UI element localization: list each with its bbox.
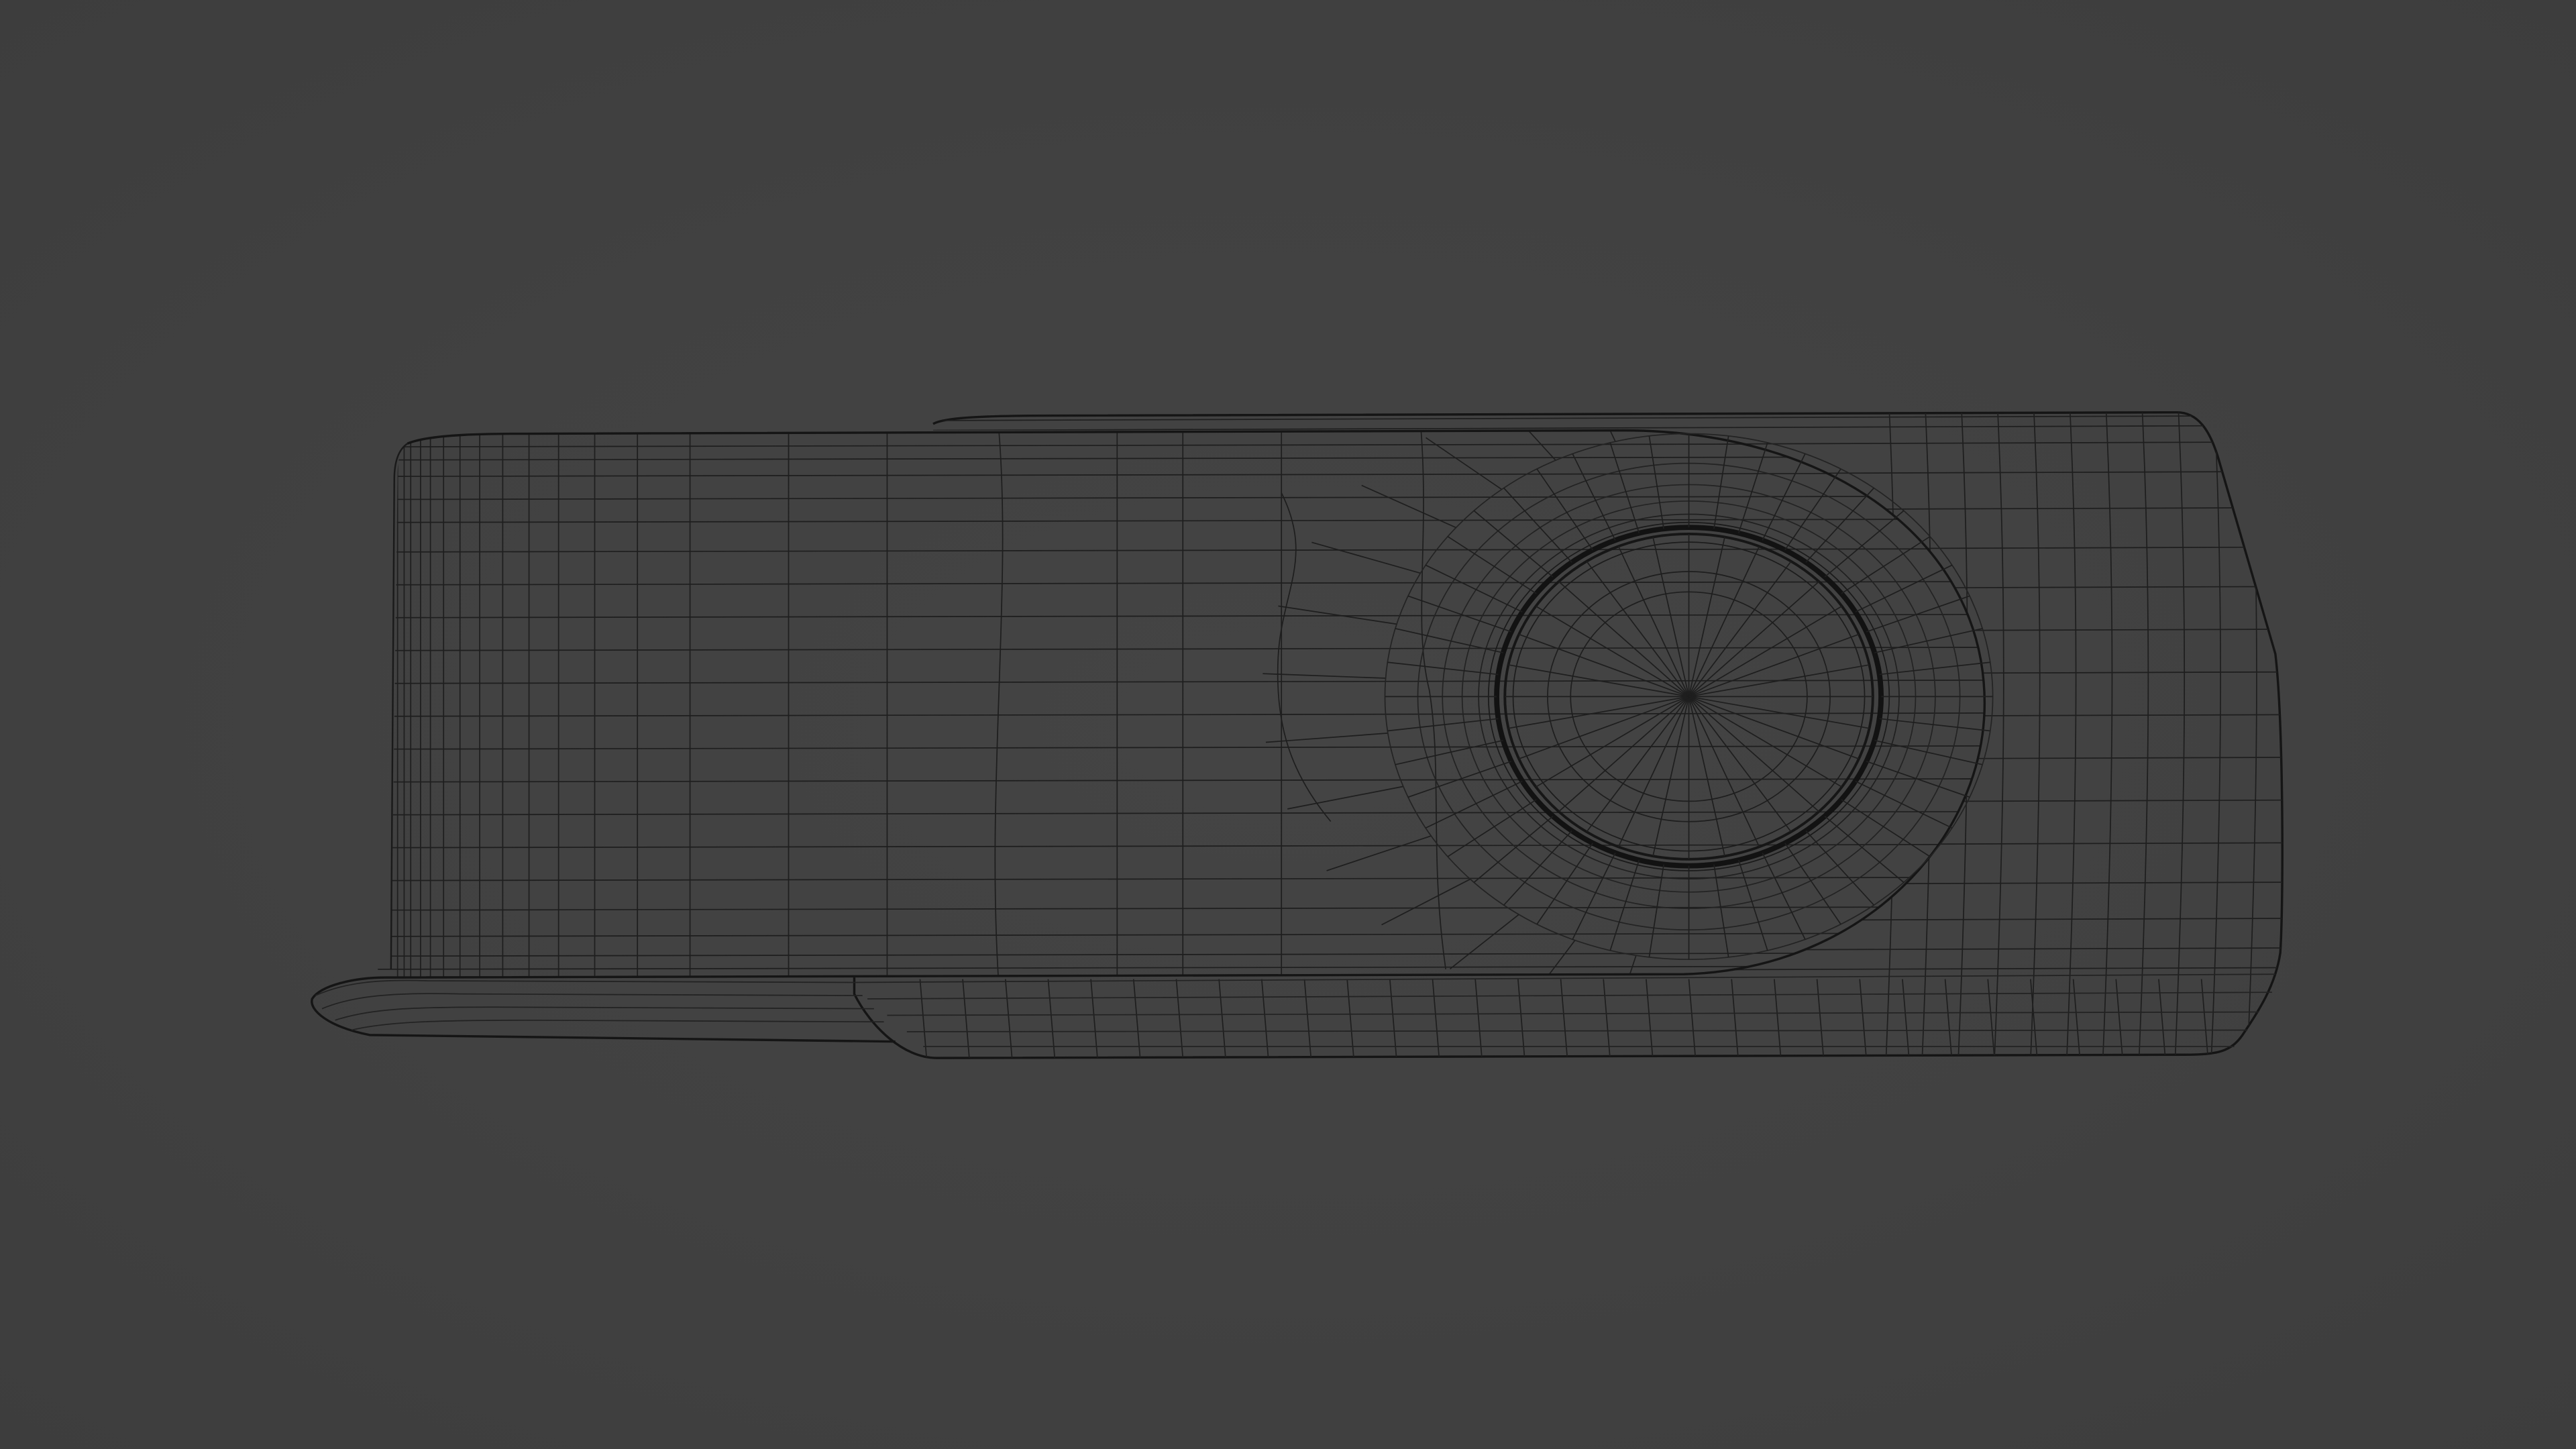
cover-mesh-row [378, 472, 1985, 478]
cover-mesh-row [378, 810, 1985, 816]
ring-mesh-spoke [1841, 536, 1931, 594]
disc-mesh-spoke [1617, 546, 1690, 697]
ring-mesh-spoke [1395, 628, 1503, 653]
disc-mesh-spoke [1558, 581, 1690, 698]
ring-mesh-spoke [1841, 799, 1931, 857]
cover-mesh-radial [1361, 484, 1456, 529]
body-mesh-row [920, 757, 2283, 763]
cover-mesh-row [378, 647, 1985, 651]
body-mesh-row [920, 881, 2283, 888]
ring-mesh-spoke [1824, 510, 1904, 578]
disc-mesh-spoke [1688, 696, 1760, 847]
body-mesh-row [920, 506, 2283, 513]
body-mesh-row [920, 714, 2283, 720]
ring-mesh-spoke [1713, 435, 1729, 529]
disc-mesh-spoke [1688, 633, 1860, 698]
cover-mesh-radial [1426, 437, 1503, 490]
drive-body [853, 411, 2284, 1059]
disc-mesh-spoke [1518, 696, 1689, 759]
cover-mesh-transition [1277, 492, 1332, 822]
cover-mesh-col [994, 430, 1004, 986]
disc-mesh-spoke [1688, 696, 1860, 759]
body-mesh-row [920, 967, 2283, 973]
cover-mesh-radial [1614, 955, 1637, 1011]
disc-mesh-spoke [1518, 633, 1689, 698]
cover-mesh-row [378, 495, 1985, 500]
cover-mesh-row [378, 745, 1985, 750]
cover-mesh-row [378, 455, 1985, 461]
cover-mesh-row [378, 965, 1985, 970]
ring-mesh-spoke [1762, 853, 1806, 940]
cover-mesh-radial [1311, 541, 1421, 574]
ring-mesh-spoke [1447, 799, 1537, 857]
disc-mesh-spoke [1617, 696, 1690, 847]
body-outline [853, 411, 2284, 1059]
cover-mesh-radial [1585, 430, 1616, 442]
body-mesh-row [920, 799, 2283, 806]
cover-mesh-row [378, 712, 1985, 717]
ring-mesh-spoke [1648, 435, 1664, 529]
body-mesh-row [920, 671, 2283, 678]
cover-mesh-row [378, 932, 1985, 937]
cover-mesh-row [378, 548, 1985, 553]
body-mesh-col [1921, 412, 1932, 1059]
3d-viewport[interactable] [0, 0, 2576, 1449]
disc-mesh-spoke [1688, 581, 1820, 698]
ring-mesh-spoke [1609, 859, 1640, 951]
body-mesh-row [920, 629, 2283, 635]
cover-mesh-radial [1287, 786, 1403, 810]
cover-mesh-radial [1381, 878, 1471, 926]
cover-mesh-row [378, 581, 1985, 586]
cover-mesh-radial [1326, 835, 1432, 871]
ring-mesh-spoke [1395, 739, 1503, 765]
ring-mesh-spoke [1874, 628, 1983, 653]
cover-mesh-row [378, 906, 1985, 911]
ring-mesh-spoke [1447, 536, 1537, 594]
cover-mesh-row [378, 614, 1985, 619]
body-mesh-row [920, 947, 2283, 954]
cover-mesh-row [378, 952, 1985, 957]
ring-mesh-spoke [1866, 595, 1970, 633]
ring-mesh-spoke [1572, 853, 1616, 940]
ring-mesh-spoke [1874, 739, 1983, 765]
body-mesh-col [2247, 412, 2257, 1059]
pivot-disc [1384, 433, 1994, 961]
cover-mesh-radial [1278, 605, 1397, 625]
cover-mesh-row [378, 876, 1985, 881]
ring-mesh-spoke [1737, 859, 1768, 951]
ring-mesh-spoke [1473, 816, 1554, 883]
cover-mesh-radial [1449, 914, 1519, 970]
swivel-cover [311, 429, 1986, 1043]
ring-mesh-spoke [1407, 595, 1512, 633]
cover-mesh-radial [1528, 940, 1576, 1002]
disc-mesh-spoke [1688, 546, 1760, 697]
body-mesh-col [1994, 412, 2004, 1059]
body-mesh-col [1957, 412, 1968, 1059]
wireframe-render [311, 411, 2284, 1059]
ring-mesh-spoke [1824, 816, 1904, 883]
cover-mesh-row [378, 680, 1985, 684]
cover-mesh-row [378, 519, 1985, 523]
